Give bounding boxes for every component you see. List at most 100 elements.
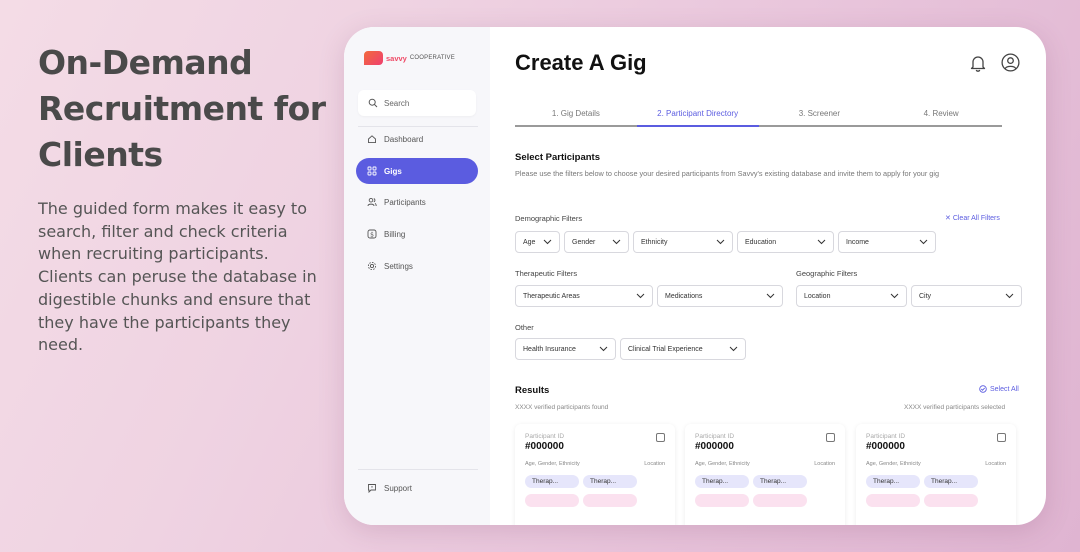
sidebar-item-billing[interactable]: $ Billing [356, 221, 478, 247]
participant-checkbox[interactable] [997, 433, 1006, 442]
medication-tag [924, 494, 978, 507]
main-content: Create A Gig 1. Gig Details 2. Participa… [490, 27, 1046, 525]
grid-icon [367, 166, 377, 176]
sidebar-item-label: Participants [384, 197, 426, 207]
sidebar-item-label: Billing [384, 229, 406, 239]
therapeutic-tag: Therap... [525, 475, 579, 488]
home-icon [367, 134, 377, 144]
medication-tag [583, 494, 637, 507]
income-select[interactable]: Income [838, 231, 936, 253]
tab-gig-details[interactable]: 1. Gig Details [515, 107, 637, 127]
participant-location: Location [814, 461, 835, 467]
sidebar-item-gigs[interactable]: Gigs [356, 158, 478, 184]
logo-suffix: COOPERATIVE [409, 55, 455, 61]
gear-icon [367, 261, 377, 271]
sidebar-item-label: Support [384, 483, 413, 493]
therapeutic-tag: Therap... [924, 475, 978, 488]
geographic-filters-label: Geographic Filters [796, 269, 858, 278]
chat-support-icon [367, 483, 377, 493]
medications-select[interactable]: Medications [657, 285, 783, 307]
sidebar: savvy COOPERATIVE Search Dashboard Gigs … [344, 27, 490, 525]
search-icon [368, 98, 378, 108]
therapeutic-areas-select[interactable]: Therapeutic Areas [515, 285, 653, 307]
header-actions [969, 53, 1020, 72]
select-all-button[interactable]: Select All [979, 385, 1019, 393]
medication-tag [753, 494, 807, 507]
chevron-down-icon [1005, 293, 1014, 299]
participant-demographics: Age, Gender, Ethnicity [866, 461, 921, 467]
select-value: Ethnicity [641, 238, 668, 246]
sidebar-item-label: Gigs [384, 166, 402, 176]
sidebar-divider [358, 469, 478, 470]
results-title: Results [515, 385, 550, 396]
participant-card[interactable]: Participant ID #000000 Age, Gender, Ethn… [685, 424, 845, 525]
other-filters-label: Other [515, 323, 534, 332]
participant-checkbox[interactable] [656, 433, 665, 442]
logo[interactable]: savvy COOPERATIVE [364, 51, 455, 65]
sidebar-item-settings[interactable]: Settings [356, 253, 478, 279]
therapeutic-tag: Therap... [753, 475, 807, 488]
check-circle-icon [979, 385, 987, 393]
select-value: Therapeutic Areas [523, 292, 580, 300]
svg-text:$: $ [370, 231, 374, 238]
select-value: Education [745, 238, 777, 246]
hero-description: The guided form makes it easy to search,… [38, 199, 317, 355]
sidebar-item-dashboard[interactable]: Dashboard [356, 126, 478, 152]
participant-id: #000000 [695, 441, 734, 452]
medication-tag [695, 494, 749, 507]
city-select[interactable]: City [911, 285, 1022, 307]
participant-card[interactable]: Participant ID #000000 Age, Gender, Ethn… [856, 424, 1016, 525]
select-value: Health Insurance [523, 345, 576, 353]
dollar-icon: $ [367, 229, 377, 239]
participant-location: Location [985, 461, 1006, 467]
clear-all-label: Clear All Filters [952, 215, 1000, 222]
hero-title: On-Demand Recruitment for Clients [38, 43, 326, 174]
age-select[interactable]: Age [515, 231, 560, 253]
tab-screener[interactable]: 3. Screener [758, 107, 881, 127]
users-icon [367, 197, 377, 207]
tab-review[interactable]: 4. Review [880, 107, 1002, 127]
therapeutic-tag: Therap... [695, 475, 749, 488]
medication-tag [866, 494, 920, 507]
app-window: savvy COOPERATIVE Search Dashboard Gigs … [344, 27, 1046, 525]
location-select[interactable]: Location [796, 285, 907, 307]
clinical-trial-experience-select[interactable]: Clinical Trial Experience [620, 338, 746, 360]
logo-brand: savvy [386, 53, 407, 63]
participant-id: #000000 [525, 441, 564, 452]
chevron-down-icon [716, 239, 725, 245]
participant-card[interactable]: Participant ID #000000 Age, Gender, Ethn… [515, 424, 675, 525]
participant-checkbox[interactable] [826, 433, 835, 442]
participant-id-label: Participant ID [695, 433, 735, 440]
sidebar-item-label: Settings [384, 261, 413, 271]
participant-demographics: Age, Gender, Ethnicity [525, 461, 580, 467]
therapeutic-tag: Therap... [866, 475, 920, 488]
gender-select[interactable]: Gender [564, 231, 629, 253]
results-found-count: XXXX verified participants found [515, 404, 609, 411]
select-value: Clinical Trial Experience [628, 345, 703, 353]
chevron-down-icon [543, 239, 552, 245]
clear-all-filters-button[interactable]: ✕ Clear All Filters [945, 214, 1000, 222]
user-icon[interactable] [1001, 53, 1020, 72]
search-input[interactable]: Search [358, 90, 476, 116]
chevron-down-icon [599, 346, 608, 352]
participant-location: Location [644, 461, 665, 467]
sidebar-item-support[interactable]: Support [356, 475, 478, 501]
stepper: 1. Gig Details 2. Participant Directory … [515, 107, 1002, 127]
logo-mark-icon [364, 51, 383, 65]
chevron-down-icon [766, 293, 775, 299]
participant-id-label: Participant ID [866, 433, 906, 440]
health-insurance-select[interactable]: Health Insurance [515, 338, 616, 360]
sidebar-item-participants[interactable]: Participants [356, 189, 478, 215]
select-value: Income [846, 238, 869, 246]
ethnicity-select[interactable]: Ethnicity [633, 231, 733, 253]
chevron-down-icon [612, 239, 621, 245]
participant-demographics: Age, Gender, Ethnicity [695, 461, 750, 467]
chevron-down-icon [919, 239, 928, 245]
chevron-down-icon [636, 293, 645, 299]
participant-id-label: Participant ID [525, 433, 565, 440]
tab-participant-directory[interactable]: 2. Participant Directory [636, 107, 759, 127]
bell-icon[interactable] [969, 54, 987, 72]
select-value: City [919, 292, 932, 300]
select-value: Age [523, 238, 536, 246]
education-select[interactable]: Education [737, 231, 834, 253]
